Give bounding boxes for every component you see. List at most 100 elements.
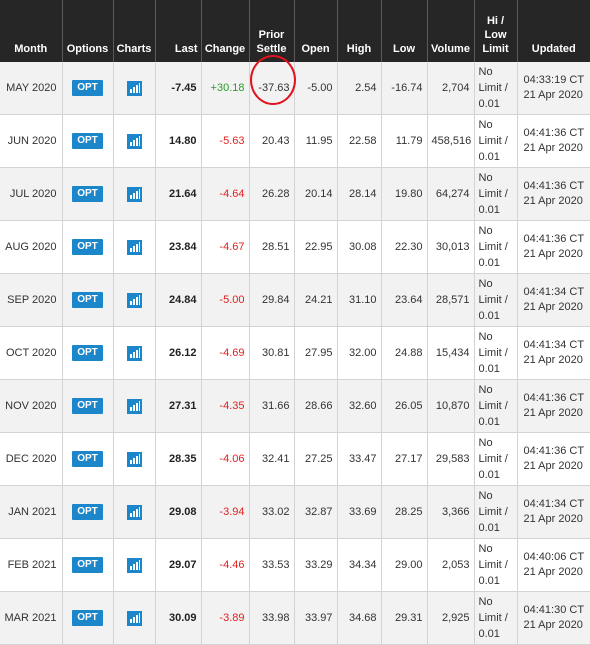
- bar-chart-icon[interactable]: [126, 610, 142, 626]
- price-change: +30.18: [201, 62, 250, 115]
- low-price: 22.30: [381, 220, 428, 274]
- limit-line-2: Limit /: [478, 612, 508, 624]
- hi-low-limit: No Limit / 0.01: [474, 273, 518, 327]
- last-price: 14.80: [155, 114, 202, 168]
- high-price: 34.68: [337, 591, 382, 645]
- charts-cell: [113, 114, 156, 168]
- prior-settle: 33.98: [249, 591, 295, 645]
- updated-time: 04:41:36 CT: [523, 180, 585, 192]
- opt-button[interactable]: OPT: [72, 504, 103, 520]
- header-prior-settle[interactable]: Prior Settle: [249, 0, 295, 62]
- updated-date: 21 Apr 2020: [523, 460, 583, 472]
- opt-button[interactable]: OPT: [72, 557, 103, 573]
- updated-date: 21 Apr 2020: [523, 248, 583, 260]
- header-charts: Charts: [113, 0, 156, 62]
- last-price: 26.12: [155, 326, 202, 380]
- updated-timestamp: 04:41:36 CT 21 Apr 2020: [517, 379, 590, 433]
- updated-time: 04:40:06 CT: [523, 551, 585, 563]
- charts-cell: [113, 379, 156, 433]
- opt-button[interactable]: OPT: [72, 345, 103, 361]
- volume: 458,516: [427, 114, 475, 168]
- price-change: -4.64: [201, 167, 250, 221]
- bar-chart-icon[interactable]: [126, 186, 142, 202]
- bar-chart-icon[interactable]: [126, 345, 142, 361]
- opt-button[interactable]: OPT: [72, 398, 103, 414]
- open-price: 22.95: [294, 220, 338, 274]
- high-price: 34.34: [337, 538, 382, 592]
- header-open[interactable]: Open: [294, 0, 338, 62]
- open-price: 33.97: [294, 591, 338, 645]
- header-hi-low-limit-line-3: Limit: [482, 43, 509, 55]
- bar-chart-icon[interactable]: [126, 80, 142, 96]
- limit-line-2: Limit /: [478, 135, 508, 147]
- open-price: 33.29: [294, 538, 338, 592]
- open-price: 32.87: [294, 485, 338, 539]
- low-price: 27.17: [381, 432, 428, 486]
- hi-low-limit: No Limit / 0.01: [474, 485, 518, 539]
- contract-month: FEB 2021: [0, 538, 63, 592]
- limit-line-2: Limit /: [478, 506, 508, 518]
- bar-chart-icon[interactable]: [126, 239, 142, 255]
- opt-button[interactable]: OPT: [72, 239, 103, 255]
- hi-low-limit: No Limit / 0.01: [474, 220, 518, 274]
- contract-month: DEC 2020: [0, 432, 63, 486]
- header-month[interactable]: Month: [0, 0, 63, 62]
- limit-line-2: Limit /: [478, 400, 508, 412]
- high-price: 28.14: [337, 167, 382, 221]
- prior-settle: 28.51: [249, 220, 295, 274]
- contract-month: JAN 2021: [0, 485, 63, 539]
- charts-cell: [113, 62, 156, 115]
- opt-button[interactable]: OPT: [72, 610, 103, 626]
- options-cell: OPT: [62, 538, 114, 592]
- bar-chart-icon[interactable]: [126, 451, 142, 467]
- bar-chart-icon[interactable]: [126, 557, 142, 573]
- header-last[interactable]: Last: [155, 0, 202, 62]
- updated-timestamp: 04:41:36 CT 21 Apr 2020: [517, 167, 590, 221]
- limit-line-3: 0.01: [478, 204, 500, 216]
- header-updated[interactable]: Updated: [517, 0, 590, 62]
- updated-time: 04:33:19 CT: [523, 74, 585, 86]
- updated-timestamp: 04:41:36 CT 21 Apr 2020: [517, 220, 590, 274]
- bar-chart-icon[interactable]: [126, 292, 142, 308]
- opt-button[interactable]: OPT: [72, 133, 103, 149]
- options-cell: OPT: [62, 591, 114, 645]
- contract-month: OCT 2020: [0, 326, 63, 380]
- options-cell: OPT: [62, 326, 114, 380]
- header-volume[interactable]: Volume: [427, 0, 475, 62]
- low-price: 19.80: [381, 167, 428, 221]
- bar-chart-icon[interactable]: [126, 398, 142, 414]
- charts-cell: [113, 167, 156, 221]
- updated-time: 04:41:36 CT: [523, 445, 585, 457]
- header-high[interactable]: High: [337, 0, 382, 62]
- high-price: 30.08: [337, 220, 382, 274]
- updated-time: 04:41:36 CT: [523, 392, 585, 404]
- updated-date: 21 Apr 2020: [523, 142, 583, 154]
- charts-cell: [113, 591, 156, 645]
- options-cell: OPT: [62, 379, 114, 433]
- header-hi-low-limit: Hi / Low Limit: [474, 0, 518, 62]
- table-row: OCT 2020 OPT 26.12 -4.69 30.81 27.95 32.00 24.8…: [0, 326, 590, 380]
- header-change[interactable]: Change: [201, 0, 250, 62]
- limit-line-2: Limit /: [478, 241, 508, 253]
- prior-settle: 30.81: [249, 326, 295, 380]
- limit-line-1: No: [478, 543, 493, 555]
- bar-chart-icon[interactable]: [126, 133, 142, 149]
- options-cell: OPT: [62, 220, 114, 274]
- high-price: 2.54: [337, 62, 382, 115]
- opt-button[interactable]: OPT: [72, 186, 103, 202]
- opt-button[interactable]: OPT: [72, 292, 103, 308]
- header-low[interactable]: Low: [381, 0, 428, 62]
- updated-date: 21 Apr 2020: [523, 89, 583, 101]
- bar-chart-icon[interactable]: [126, 504, 142, 520]
- opt-button[interactable]: OPT: [72, 80, 103, 96]
- prior-settle: 32.41: [249, 432, 295, 486]
- updated-date: 21 Apr 2020: [523, 619, 583, 631]
- limit-line-1: No: [478, 331, 493, 343]
- limit-line-3: 0.01: [478, 416, 500, 428]
- volume: 10,870: [427, 379, 475, 433]
- updated-time: 04:41:34 CT: [523, 286, 585, 298]
- table-row: FEB 2021 OPT 29.07 -4.46 33.53 33.29 34.34 29.0…: [0, 538, 590, 592]
- low-price: 24.88: [381, 326, 428, 380]
- updated-timestamp: 04:41:34 CT 21 Apr 2020: [517, 326, 590, 380]
- opt-button[interactable]: OPT: [72, 451, 103, 467]
